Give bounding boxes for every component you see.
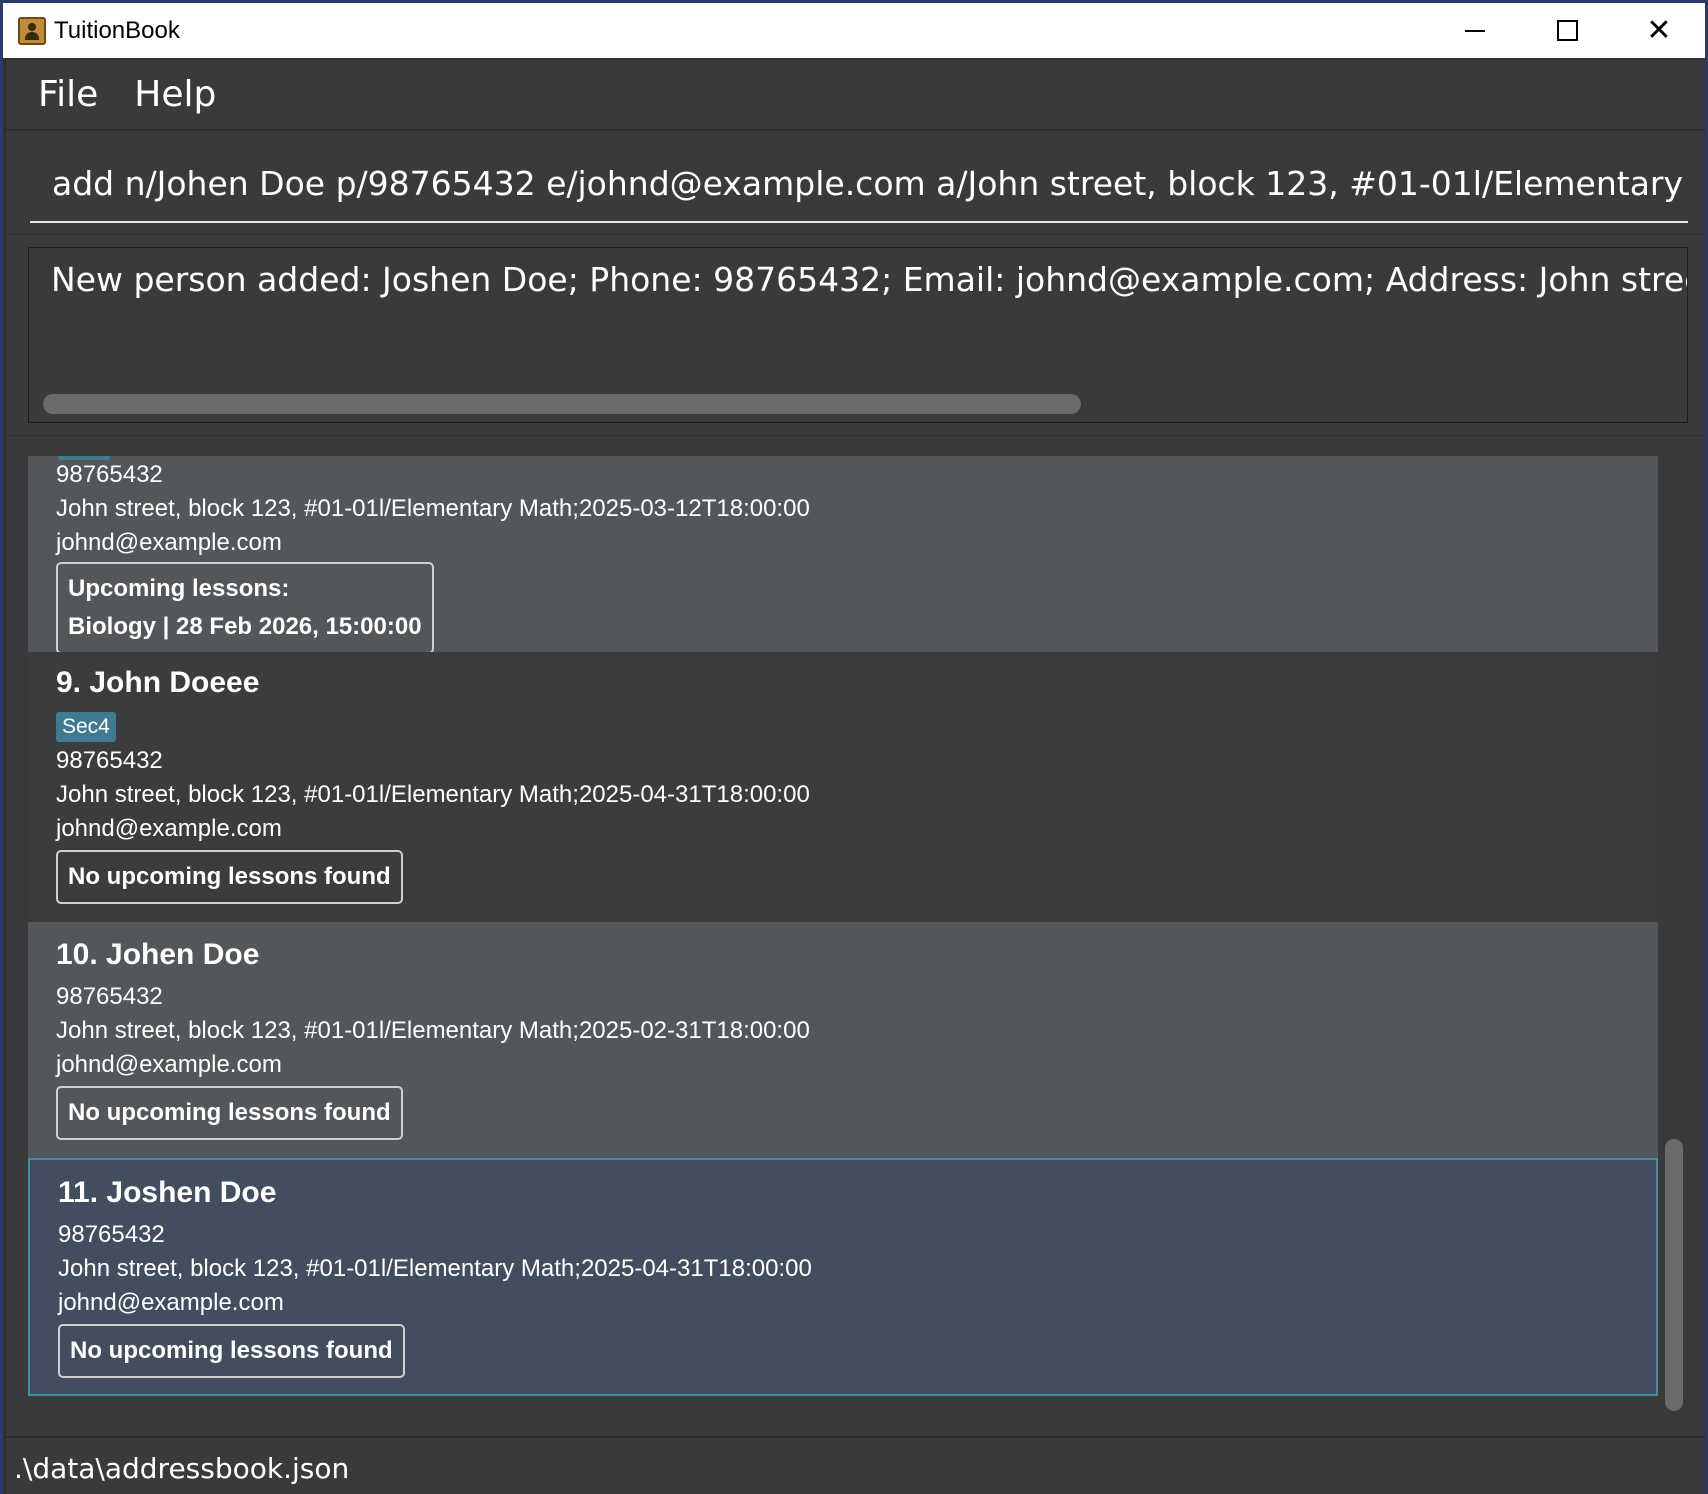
minimize-button[interactable] [1429,3,1521,58]
person-card-selected[interactable]: 11. Joshen Doe 98765432 John street, blo… [28,1158,1658,1396]
person-email: johnd@example.com [56,1051,282,1078]
lessons-box: No upcoming lessons found [56,1086,403,1140]
person-address: John street, block 123, #01-01l/Elementa… [56,495,810,522]
person-phone: 98765432 [56,747,163,774]
result-horizontal-scrollbar[interactable] [43,394,1081,414]
close-button[interactable]: ✕ [1613,3,1705,58]
person-email: johnd@example.com [56,815,282,842]
person-address: John street, block 123, #01-01l/Elementa… [56,781,810,808]
menu-file[interactable]: File [38,74,98,115]
person-phone: 98765432 [58,1221,165,1248]
person-address: John street, block 123, #01-01l/Elementa… [58,1255,812,1282]
app-icon [18,16,46,45]
person-name: 9. John Doeee [56,666,260,699]
person-email: johnd@example.com [58,1289,284,1316]
menu-help[interactable]: Help [134,74,216,115]
person-tag: Sec4 [56,712,116,742]
person-name: 11. Joshen Doe [58,1176,277,1209]
command-box-panel: add n/Johen Doe p/98765432 e/johnd@examp… [6,131,1705,234]
minimize-icon [1465,29,1485,32]
window-title: TuitionBook [54,16,180,44]
person-address: John street, block 123, #01-01l/Elementa… [56,1017,810,1044]
result-text: New person added: Joshen Doe; Phone: 987… [51,260,1687,299]
lessons-box: Upcoming lessons: Biology | 28 Feb 2026,… [56,562,434,654]
title-bar[interactable]: TuitionBook ✕ [3,3,1705,58]
close-icon: ✕ [1646,13,1672,48]
person-email: johnd@example.com [56,529,282,556]
person-card[interactable]: 10. Johen Doe 98765432 John street, bloc… [28,922,1658,1158]
person-name: 10. Johen Doe [56,938,260,971]
person-card[interactable]: 9. John Doeee Sec4 98765432 John street,… [28,652,1658,922]
lessons-box: No upcoming lessons found [58,1324,405,1378]
person-phone: 98765432 [56,461,163,488]
result-panel: New person added: Joshen Doe; Phone: 987… [6,235,1705,435]
person-card[interactable]: 98765432 John street, block 123, #01-01l… [28,456,1658,654]
status-bar: .\data\addressbook.json [6,1437,1705,1494]
lessons-header: Upcoming lessons: [68,575,290,602]
menu-bar: File Help [6,60,1705,130]
window-controls: ✕ [1429,3,1705,58]
lesson-item: Biology | 28 Feb 2026, 15:00:00 [68,613,422,640]
result-display[interactable]: New person added: Joshen Doe; Phone: 987… [28,247,1688,423]
maximize-button[interactable] [1521,3,1613,58]
person-phone: 98765432 [56,983,163,1010]
lessons-box: No upcoming lessons found [56,850,403,904]
app-window: TuitionBook ✕ File Help add n/Johen Doe … [0,0,1708,1494]
list-vertical-scrollbar[interactable] [1665,1139,1683,1411]
command-input[interactable]: add n/Johen Doe p/98765432 e/johnd@examp… [30,153,1688,223]
person-list-panel: 98765432 John street, block 123, #01-01l… [6,436,1705,1436]
maximize-icon [1556,20,1578,41]
person-list[interactable]: 98765432 John street, block 123, #01-01l… [28,456,1658,1416]
save-location: .\data\addressbook.json [14,1452,350,1485]
